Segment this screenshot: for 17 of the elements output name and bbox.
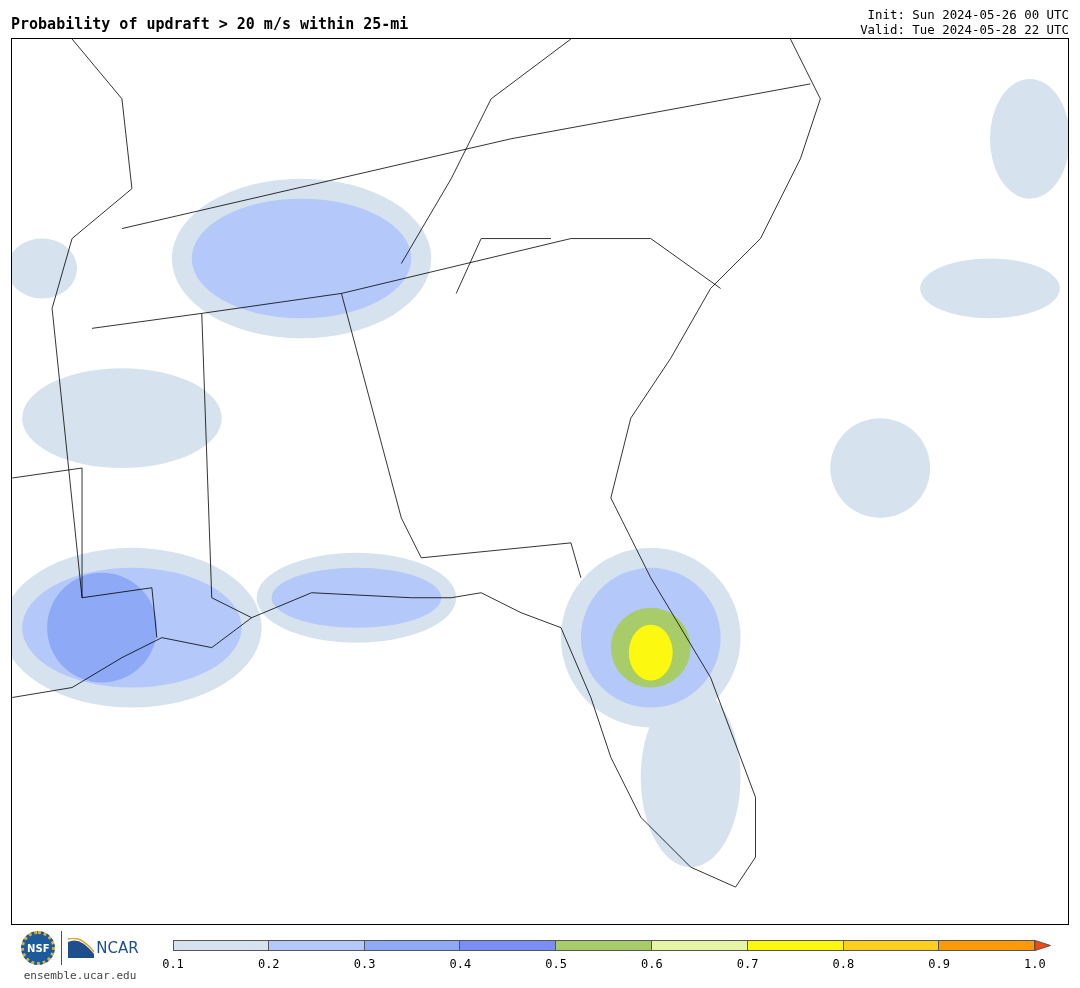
legend-tick-label: 0.4 [448, 957, 473, 971]
legend-tick-label: 0.5 [544, 957, 568, 971]
ncar-icon [68, 938, 95, 958]
valid-time: Valid: Tue 2024-05-28 22 UTC [860, 22, 1069, 37]
legend-tick-label: 0.3 [352, 957, 377, 971]
legend-tick-label: 0.7 [735, 957, 760, 971]
ncar-logo-text: NCAR [96, 939, 139, 957]
chart-title: Probability of updraft > 20 m/s within 25-mi [11, 15, 409, 35]
legend-tick-label: 1.0 [1023, 957, 1047, 971]
nsf-logo: NSF [21, 931, 56, 965]
legend-tick-label: 0.6 [640, 957, 664, 971]
legend-tick-label: 0.1 [161, 957, 185, 971]
legend-tick-label: 0.9 [927, 957, 951, 971]
init-time: Init: Sun 2024-05-26 00 UTC [867, 7, 1069, 22]
legend-tick-label: 0.2 [256, 957, 281, 971]
website-url: ensemble.ucar.edu [23, 969, 137, 982]
legend-tick-label: 0.8 [831, 957, 856, 971]
